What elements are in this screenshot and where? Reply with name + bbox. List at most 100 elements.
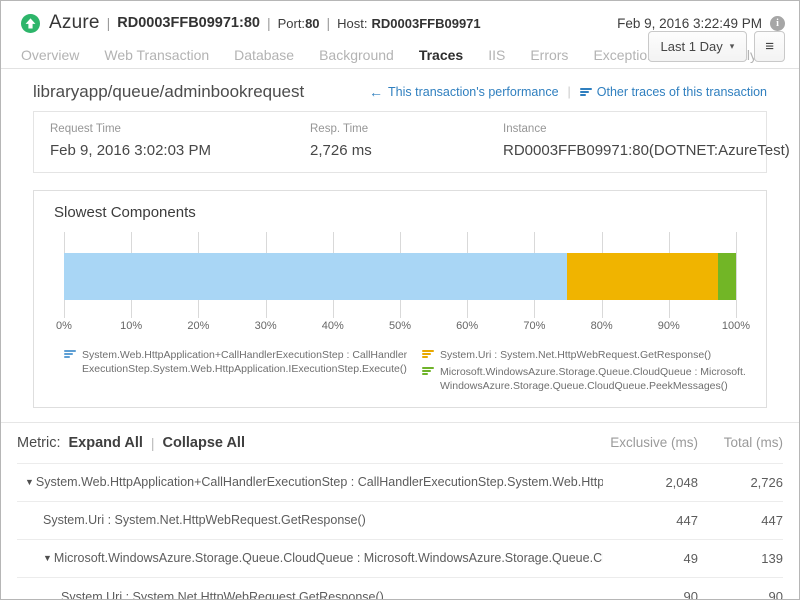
instance-breadcrumb: RD0003FFB09971:80: [117, 15, 260, 31]
app-name[interactable]: Azure: [49, 12, 100, 34]
legend-bars-icon: [422, 367, 434, 375]
tab-iis[interactable]: IIS: [488, 47, 505, 63]
transaction-performance-label: This transaction's performance: [388, 85, 559, 99]
trace-list-icon: [580, 88, 592, 96]
tab-traces[interactable]: Traces: [419, 47, 463, 63]
hamburger-menu-button[interactable]: ≡: [754, 31, 785, 62]
axis-tick-label: 20%: [187, 320, 209, 332]
axis-tick-label: 60%: [456, 320, 478, 332]
metric-table-body: ▼System.Web.HttpApplication+CallHandlerE…: [17, 464, 783, 600]
tab-bar: Overview Web Transaction Database Backgroun…: [1, 37, 799, 69]
metric-table: Metric: Expand All | Collapse All Exclus…: [1, 422, 799, 600]
tab-actions: Last 1 Day ▾ ≡: [648, 31, 785, 62]
instance-value: RD0003FFB09971:80(DOTNET:AzureTest): [503, 142, 790, 159]
table-row[interactable]: ▼Microsoft.WindowsAzure.Storage.Queue.Cl…: [17, 540, 783, 578]
bar-segment-1[interactable]: [64, 253, 567, 300]
legend-column-left: System.Web.HttpApplication+CallHandlerEx…: [64, 348, 422, 394]
axis-tick-label: 30%: [255, 320, 277, 332]
axis-tick-label: 100%: [722, 320, 750, 332]
metric-name: Microsoft.WindowsAzure.Storage.Queue.Clo…: [54, 551, 603, 565]
transaction-name: libraryapp/queue/adminbookrequest: [33, 82, 304, 102]
other-traces-label: Other traces of this transaction: [597, 85, 767, 99]
gridline: [736, 232, 737, 318]
stacked-bar-chart: [64, 232, 736, 318]
transaction-header: libraryapp/queue/adminbookrequest ← This…: [33, 82, 767, 102]
host-label: Host:: [337, 16, 367, 31]
time-range-label: Last 1 Day: [661, 39, 723, 54]
total-ms-cell: 90: [698, 589, 783, 600]
bar-segment-2[interactable]: [567, 253, 718, 300]
exclusive-ms-cell: 447: [603, 513, 698, 528]
bar-segment-3[interactable]: [718, 253, 736, 300]
total-ms-cell: 139: [698, 551, 783, 566]
resp-time-value: 2,726 ms: [310, 142, 503, 159]
metric-cell: ▼System.Web.HttpApplication+CallHandlerE…: [17, 475, 603, 489]
collapse-arrow-icon[interactable]: ▼: [43, 553, 52, 563]
legend-item: Microsoft.WindowsAzure.Storage.Queue.Clo…: [422, 365, 746, 393]
slowest-components-panel: Slowest Components 0% 10% 20% 30% 40% 50% 60% 7…: [33, 190, 767, 408]
port-value: 80: [305, 16, 319, 31]
axis-tick-label: 10%: [120, 320, 142, 332]
port-label: Port:: [278, 16, 305, 31]
metric-label: Metric:: [17, 435, 61, 451]
table-row[interactable]: System.Uri : System.Net.HttpWebRequest.G…: [17, 578, 783, 600]
current-timestamp: Feb 9, 2016 3:22:49 PM: [617, 16, 762, 31]
chart-title: Slowest Components: [54, 204, 746, 221]
axis-tick-label: 40%: [322, 320, 344, 332]
time-range-dropdown[interactable]: Last 1 Day ▾: [648, 31, 748, 62]
axis-tick-label: 80%: [591, 320, 613, 332]
metric-cell: System.Uri : System.Net.HttpWebRequest.G…: [17, 590, 603, 600]
arrow-left-icon: ←: [369, 85, 383, 99]
separator: |: [568, 85, 571, 99]
table-row[interactable]: ▼System.Web.HttpApplication+CallHandlerE…: [17, 464, 783, 502]
hamburger-icon: ≡: [765, 39, 774, 54]
legend-item: System.Web.HttpApplication+CallHandlerEx…: [64, 348, 412, 376]
separator: |: [327, 15, 331, 31]
other-traces-link[interactable]: Other traces of this transaction: [580, 85, 767, 99]
total-ms-cell: 447: [698, 513, 783, 528]
app-window: Azure | RD0003FFB09971:80 | Port: 80 | H…: [0, 0, 800, 600]
tab-database[interactable]: Database: [234, 47, 294, 63]
resp-time-label: Resp. Time: [310, 123, 503, 135]
instance-label: Instance: [503, 123, 790, 135]
column-header-total: Total (ms): [698, 435, 783, 450]
request-time-value: Feb 9, 2016 3:02:03 PM: [50, 142, 310, 159]
metric-name: System.Uri : System.Net.HttpWebRequest.G…: [61, 590, 384, 600]
axis-tick-label: 70%: [523, 320, 545, 332]
trace-summary-panel: Request Time Feb 9, 2016 3:02:03 PM Resp…: [33, 111, 767, 173]
stacked-bar: [64, 253, 736, 300]
legend-bars-icon: [422, 350, 434, 358]
collapse-all-link[interactable]: Collapse All: [163, 435, 245, 451]
metric-cell: System.Uri : System.Net.HttpWebRequest.G…: [17, 513, 603, 527]
tab-overview[interactable]: Overview: [21, 47, 79, 63]
tab-errors[interactable]: Errors: [530, 47, 568, 63]
health-status-icon: [21, 14, 40, 33]
expand-all-link[interactable]: Expand All: [69, 435, 143, 451]
table-row[interactable]: System.Uri : System.Net.HttpWebRequest.G…: [17, 502, 783, 540]
collapse-arrow-icon[interactable]: ▼: [25, 477, 34, 487]
tab-web-transaction[interactable]: Web Transaction: [104, 47, 209, 63]
legend-column-right: System.Uri : System.Net.HttpWebRequest.G…: [422, 348, 746, 394]
metric-cell: ▼Microsoft.WindowsAzure.Storage.Queue.Cl…: [17, 551, 603, 565]
host-value: RD0003FFB09971: [372, 16, 481, 31]
separator: |: [151, 435, 155, 451]
legend-item: System.Uri : System.Net.HttpWebRequest.G…: [422, 348, 746, 362]
total-ms-cell: 2,726: [698, 475, 783, 490]
axis-tick-label: 50%: [389, 320, 411, 332]
tab-background[interactable]: Background: [319, 47, 394, 63]
column-header-exclusive: Exclusive (ms): [603, 435, 698, 450]
transaction-performance-link[interactable]: ← This transaction's performance: [369, 85, 559, 99]
separator: |: [267, 15, 271, 31]
metric-name: System.Uri : System.Net.HttpWebRequest.G…: [43, 513, 366, 527]
exclusive-ms-cell: 90: [603, 589, 698, 600]
x-axis: 0%10%20%30%40%50%60%70%80%90%100%: [64, 320, 736, 336]
separator: |: [107, 15, 111, 31]
legend-label: System.Uri : System.Net.HttpWebRequest.G…: [440, 348, 711, 362]
metric-table-header: Metric: Expand All | Collapse All Exclus…: [17, 423, 783, 464]
exclusive-ms-cell: 2,048: [603, 475, 698, 490]
request-time-label: Request Time: [50, 123, 310, 135]
info-icon[interactable]: i: [770, 16, 785, 31]
axis-tick-label: 0%: [56, 320, 72, 332]
exclusive-ms-cell: 49: [603, 551, 698, 566]
legend-bars-icon: [64, 350, 76, 358]
